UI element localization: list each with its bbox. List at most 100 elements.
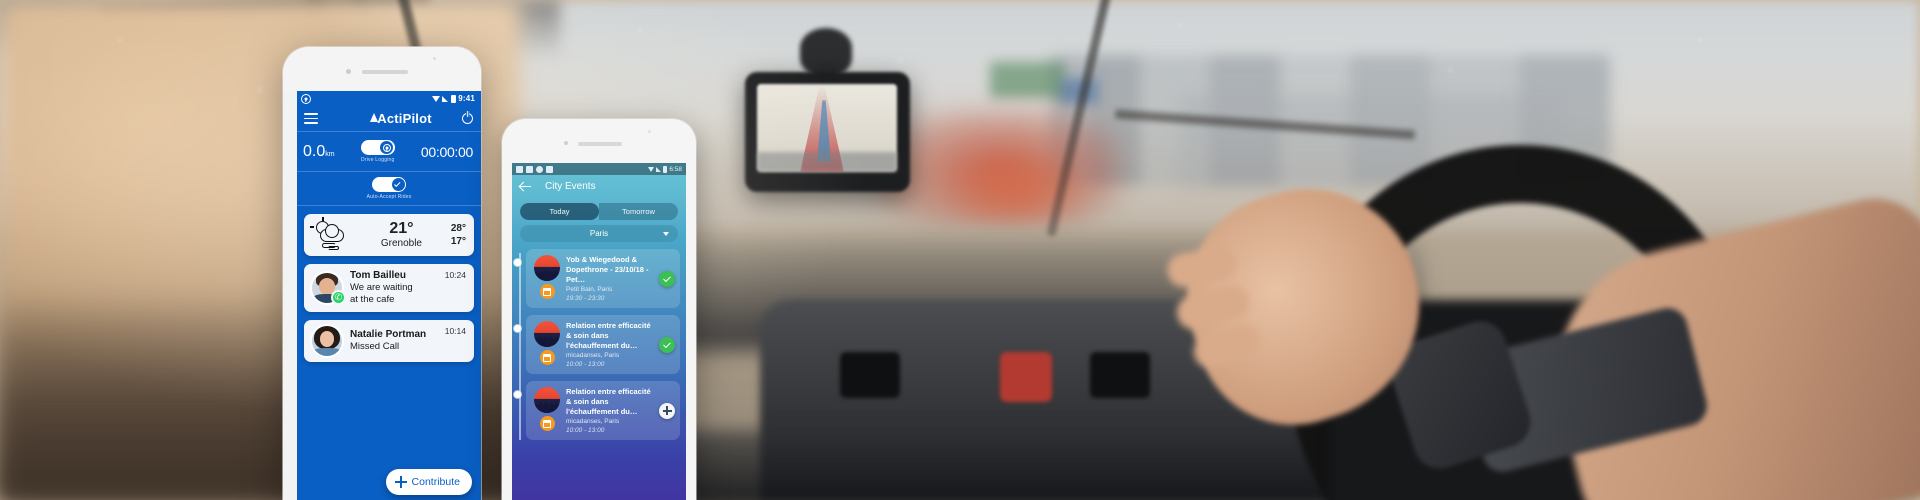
power-button[interactable] [462,113,473,124]
status-clock: 6:58 [669,165,682,173]
timeline-dot [513,325,521,333]
weather-main: 21° Grenoble [352,220,451,249]
weather-high: 28° [450,222,466,234]
event-title: Yob & Wiegedood & Dopethrone - 23/10/18 … [566,255,649,284]
timeline-dot [513,391,521,399]
message-card[interactable]: Natalie Portman Missed Call 10:14 [304,319,474,362]
tab-today[interactable]: Today [520,203,599,220]
phone1-app-bar: ActiPilot [297,106,481,132]
event-thumb [534,387,560,434]
calendar-icon [539,350,555,366]
event-title: Relation entre efficacité & soin dans l'… [566,387,651,416]
page-title: ActiPilot [370,111,432,126]
back-arrow-icon[interactable] [520,181,531,192]
page-title: City Events [545,180,596,192]
phone1-status-bar: 9:41 [297,91,481,106]
battery-icon [450,94,456,103]
weather-card[interactable]: 21° Grenoble 28° 17° [304,214,474,256]
status-right-icons: 9:41 [431,94,475,103]
message-time: 10:14 [444,325,466,336]
event-body: Relation entre efficacité & soin dans l'… [566,321,658,368]
weather-low: 17° [450,236,466,247]
toggle-track[interactable] [360,140,395,155]
contribute-button[interactable]: Contribute [385,469,472,495]
phone2-status-right: 6:58 [648,165,682,173]
distance-value: 0.0km [303,142,335,160]
plus-icon [394,476,407,488]
message-card[interactable]: ✆ Tom Bailleu We are waiting at the cafe… [304,264,474,312]
message-sender: Tom Bailleu [350,270,406,281]
phone-city-events: 6:58 City Events Today Tomorrow Paris Yo… [502,119,696,500]
phone1-bezel [283,47,481,91]
avatar: ✆ [312,272,346,305]
message-line1: Missed Call [350,340,400,352]
phone1-card-list: 21° Grenoble 28° 17° ✆ Tom Bailleu We ar… [297,206,481,362]
event-time: 10:00 - 13:00 [566,361,605,369]
chevron-down-icon [663,231,669,236]
distance-unit: km [325,150,335,158]
message-body: Tom Bailleu We are waiting at the cafe [350,270,441,306]
event-body: Relation entre efficacité & soin dans l'… [566,387,658,434]
trip-timer: 00:00:00 [420,143,473,160]
check-icon [662,340,671,348]
battery-icon [546,165,553,173]
screenshot-icon [516,165,523,173]
proximity-sensor-icon [648,130,651,133]
power-icon [462,113,473,124]
event-card[interactable]: Relation entre efficacité & soin dans l'… [513,315,680,375]
event-add-button[interactable] [659,402,675,419]
phone-actipilot: 9:41 ActiPilot 0.0km Drive Logging 00:00… [283,47,481,500]
event-accept-button[interactable] [659,336,675,353]
battery-icon [663,165,668,173]
earpiece-speaker [578,142,622,146]
event-accept-button[interactable] [659,270,675,287]
event-image [534,387,560,414]
check-icon [662,274,671,282]
event-card[interactable]: Yob & Wiegedood & Dopethrone - 23/10/18 … [513,249,680,309]
event-image [534,321,560,348]
avatar [312,325,342,356]
phone1-metrics-row: 0.0km Drive Logging 00:00:00 [297,132,481,172]
sun-cloud-wind-icon [310,217,352,250]
message-time: 10:24 [444,270,466,280]
toggle-knob [380,141,394,154]
check-icon [394,180,401,187]
day-tabs: Today Tomorrow [520,203,678,220]
event-time: 19:30 - 23:30 [566,295,605,303]
brand-mark-icon [370,113,379,122]
phone2-bezel [502,119,696,163]
message-line2: at the cafe [350,293,395,305]
event-card[interactable]: Relation entre efficacité & soin dans l'… [513,381,680,441]
drive-logging-label: Drive Logging [361,157,395,163]
phone1-screen: 9:41 ActiPilot 0.0km Drive Logging 00:00… [297,91,481,500]
signal-icon [442,95,449,102]
city-select[interactable]: Paris [520,225,678,242]
toggle-track[interactable] [372,177,406,192]
auto-accept-rides-toggle[interactable]: Auto-Accept Rides [367,177,412,200]
mail-icon [526,165,533,173]
steering-wheel-icon [301,93,311,104]
tab-tomorrow[interactable]: Tomorrow [599,203,678,220]
event-body: Yob & Wiegedood & Dopethrone - 23/10/18 … [566,255,658,302]
plus-icon [662,406,672,416]
app-title-text: ActiPilot [377,111,432,126]
hamburger-menu-icon[interactable] [304,113,318,124]
calendar-icon [539,416,555,432]
event-image [534,255,560,281]
circle-icon [536,165,543,173]
event-thumb [534,321,560,368]
city-select-value: Paris [589,229,609,238]
front-camera-icon [346,69,351,74]
events-list: Yob & Wiegedood & Dopethrone - 23/10/18 … [512,249,686,441]
drive-logging-toggle[interactable]: Drive Logging [335,140,421,163]
event-title: Relation entre efficacité & soin dans l'… [566,321,651,350]
dropdown-arrow-icon [648,166,655,172]
timeline-dot [513,259,521,266]
calendar-icon [539,284,555,299]
event-venue: micadanses, Paris [566,418,620,426]
event-venue: micadanses, Paris [566,352,620,360]
message-body: Natalie Portman Missed Call [350,329,441,353]
weather-city: Grenoble [380,237,422,249]
message-sender: Natalie Portman [350,328,427,340]
dropdown-arrow-icon [431,95,440,102]
